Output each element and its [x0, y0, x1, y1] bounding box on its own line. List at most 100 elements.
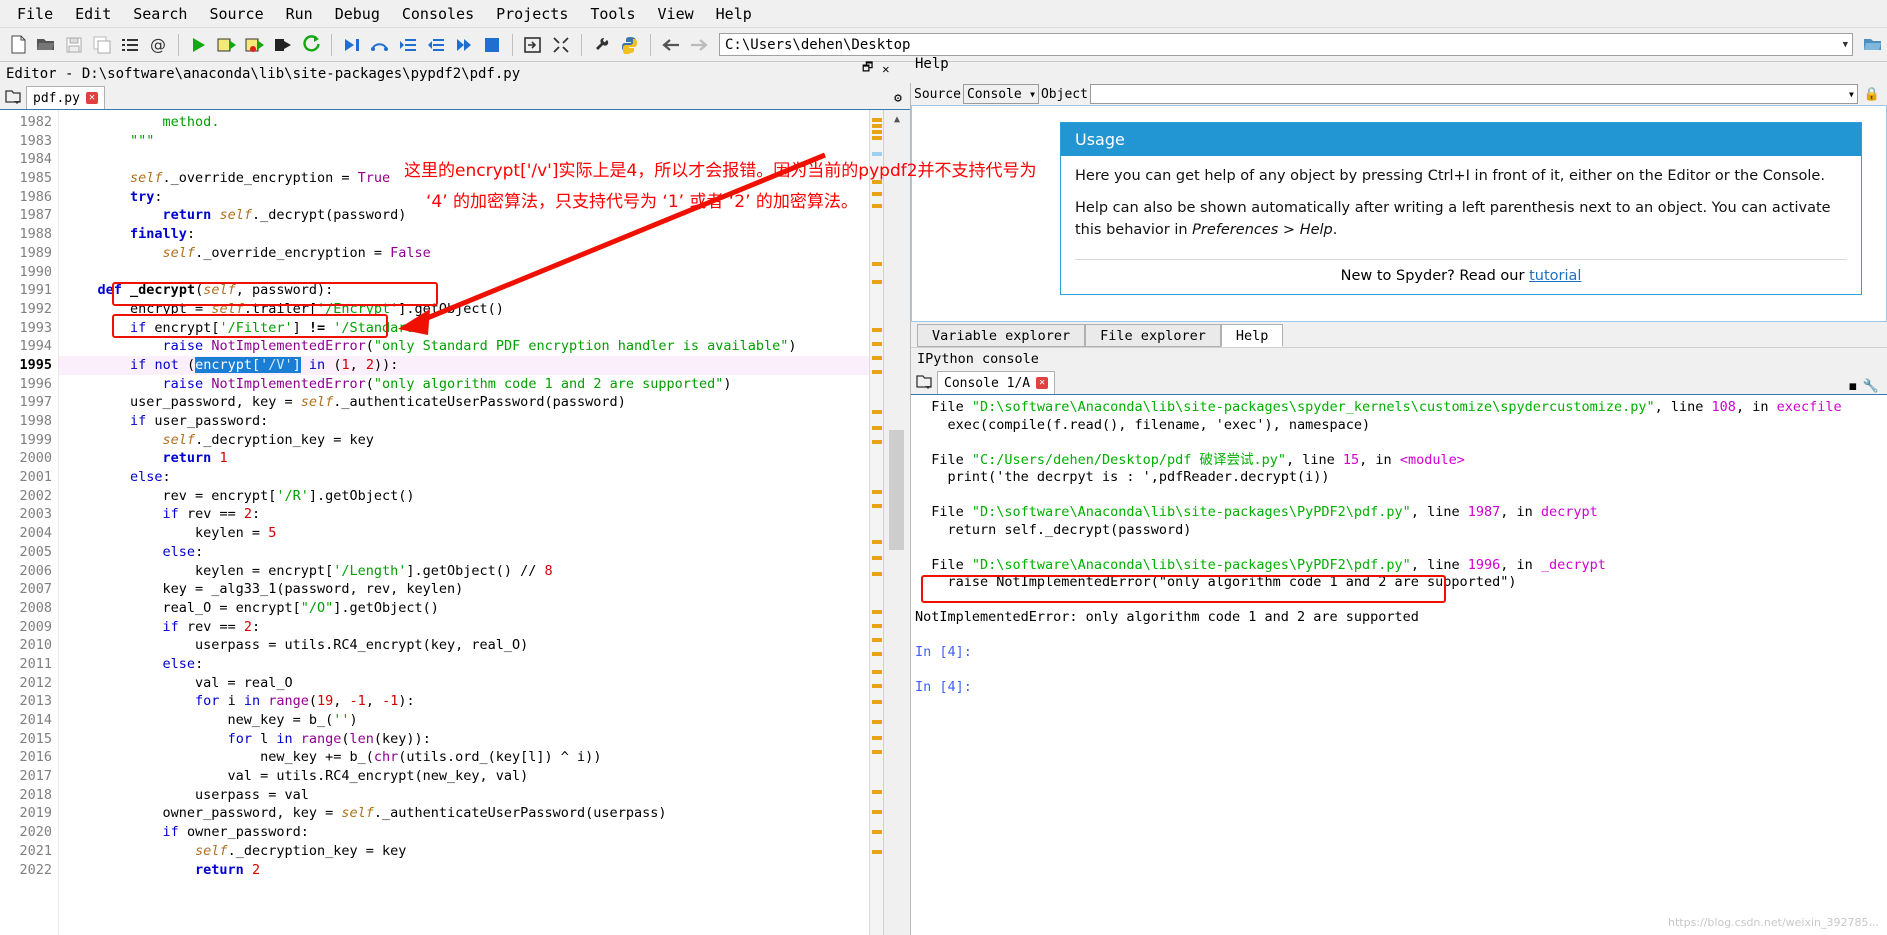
tab-file-explorer[interactable]: File explorer	[1085, 324, 1221, 347]
code-editor[interactable]: 1982 1983 1984 1985 1986 1987 1988 1989 1990 1991…	[0, 110, 910, 935]
chevron-down-icon[interactable]: ▼	[1843, 40, 1848, 50]
gear-icon[interactable]: ⚙	[894, 91, 902, 106]
menu-item-run[interactable]: Run	[275, 2, 324, 26]
code-line[interactable]: self._decryption_key = key	[59, 431, 910, 450]
step-into-icon[interactable]	[394, 31, 422, 59]
code-lines[interactable]: method. """ self._override_encryption = …	[59, 110, 910, 935]
code-line[interactable]: for i in range(19, -1, -1):	[59, 692, 910, 711]
code-line[interactable]: if owner_password:	[59, 823, 910, 842]
code-line[interactable]: if rev == 2:	[59, 618, 910, 637]
code-line[interactable]: key = _alg33_1(password, rev, keylen)	[59, 580, 910, 599]
code-line[interactable]: if rev == 2:	[59, 505, 910, 524]
back-arrow-icon[interactable]	[657, 31, 685, 59]
code-line[interactable]: encrypt = self.trailer['/Encrypt'].getOb…	[59, 300, 910, 319]
undock-icon[interactable]: 🗗	[862, 58, 873, 79]
run-cell-icon[interactable]	[213, 31, 241, 59]
code-line[interactable]: raise NotImplementedError("only Standard…	[59, 337, 910, 356]
code-line[interactable]: self._decryption_key = key	[59, 842, 910, 861]
tutorial-link[interactable]: tutorial	[1529, 268, 1581, 284]
code-line[interactable]: keylen = 5	[59, 524, 910, 543]
new-file-icon[interactable]	[4, 31, 32, 59]
code-line[interactable]	[59, 150, 910, 169]
code-line[interactable]: """	[59, 132, 910, 151]
editor-vertical-scrollbar[interactable]: ▲	[883, 110, 910, 935]
code-line[interactable]: else:	[59, 543, 910, 562]
code-line[interactable]: rev = encrypt['/R'].getObject()	[59, 487, 910, 506]
forward-arrow-icon[interactable]	[685, 31, 713, 59]
menu-item-debug[interactable]: Debug	[324, 2, 391, 26]
close-icon[interactable]: ✕	[882, 62, 889, 76]
code-line[interactable]: keylen = encrypt['/Length'].getObject() …	[59, 562, 910, 581]
chevron-down-icon[interactable]: ▼	[1030, 90, 1035, 99]
chevron-down-icon[interactable]: ▼	[1849, 90, 1857, 99]
editor-scrollbar-thumb[interactable]	[889, 430, 904, 550]
console-output[interactable]: File "D:\software\Anaconda\lib\site-pack…	[911, 395, 1887, 935]
code-line[interactable]: def _decrypt(self, password):	[59, 281, 910, 300]
code-line[interactable]: owner_password, key = self._authenticate…	[59, 804, 910, 823]
close-tab-icon[interactable]: ✕	[85, 92, 98, 104]
rerun-icon[interactable]	[297, 31, 325, 59]
fullscreen-icon[interactable]	[547, 31, 575, 59]
scroll-up-arrow-icon[interactable]: ▲	[884, 110, 910, 128]
file-switcher-icon[interactable]	[116, 31, 144, 59]
open-file-icon[interactable]	[32, 31, 60, 59]
code-line[interactable]: val = utils.RC4_encrypt(new_key, val)	[59, 767, 910, 786]
pythonpath-icon[interactable]	[616, 31, 644, 59]
code-line[interactable]: real_O = encrypt["/O"].getObject()	[59, 599, 910, 618]
code-line[interactable]: return self._decrypt(password)	[59, 206, 910, 225]
code-line[interactable]: return 2	[59, 861, 910, 880]
console-tab-1a[interactable]: Console 1/A ✕	[937, 371, 1056, 394]
menu-item-tools[interactable]: Tools	[579, 2, 646, 26]
code-line[interactable]: self._override_encryption = True	[59, 169, 910, 188]
step-over-icon[interactable]	[366, 31, 394, 59]
code-line[interactable]: user_password, key = self._authenticateU…	[59, 393, 910, 412]
tab-help[interactable]: Help	[1220, 324, 1284, 347]
code-line[interactable]: userpass = val	[59, 786, 910, 805]
code-line[interactable]: val = real_O	[59, 674, 910, 693]
working-directory-input[interactable]: C:\Users\dehen\Desktop ▼	[719, 33, 1853, 56]
menu-item-help[interactable]: Help	[705, 2, 763, 26]
undock-icon[interactable]: ◼	[1849, 379, 1857, 394]
code-line[interactable]: return 1	[59, 449, 910, 468]
code-line[interactable]: new_key = b_('')	[59, 711, 910, 730]
step-return-icon[interactable]	[422, 31, 450, 59]
code-line[interactable]: if user_password:	[59, 412, 910, 431]
browse-tabs-icon[interactable]	[911, 370, 937, 394]
code-line[interactable]: else:	[59, 468, 910, 487]
tab-variable-explorer[interactable]: Variable explorer	[917, 324, 1086, 347]
code-line[interactable]: raise NotImplementedError("only algorith…	[59, 375, 910, 394]
lock-icon[interactable]: 🔒	[1860, 87, 1884, 102]
code-line[interactable]: userpass = utils.RC4_encrypt(key, real_O…	[59, 636, 910, 655]
code-line[interactable]: self._override_encryption = False	[59, 244, 910, 263]
run-file-icon[interactable]	[185, 31, 213, 59]
code-line[interactable]: try:	[59, 188, 910, 207]
run-cell-advance-icon[interactable]	[241, 31, 269, 59]
code-line[interactable]: finally:	[59, 225, 910, 244]
browse-folder-icon[interactable]	[1859, 31, 1887, 59]
browse-tabs-icon[interactable]	[0, 85, 26, 109]
help-object-input[interactable]: ▼	[1089, 84, 1858, 104]
code-line[interactable]: method.	[59, 113, 910, 132]
continue-icon[interactable]	[450, 31, 478, 59]
code-line[interactable]: for l in range(len(key)):	[59, 730, 910, 749]
code-line[interactable]: if encrypt['/Filter'] != '/Standard':	[59, 319, 910, 338]
at-icon[interactable]: @	[144, 31, 172, 59]
code-line[interactable]: new_key += b_(chr(utils.ord_(key[l]) ^ i…	[59, 748, 910, 767]
menu-item-edit[interactable]: Edit	[64, 2, 122, 26]
code-line[interactable]: if not (encrypt['/V'] in (1, 2)):	[59, 355, 910, 375]
help-source-select[interactable]: Console ▼	[962, 84, 1039, 104]
debug-icon[interactable]	[338, 31, 366, 59]
menu-item-view[interactable]: View	[647, 2, 705, 26]
stop-debug-icon[interactable]	[478, 31, 506, 59]
menu-item-search[interactable]: Search	[122, 2, 198, 26]
menu-item-file[interactable]: File	[6, 2, 64, 26]
editor-tab-pdf-py[interactable]: pdf.py ✕	[26, 86, 105, 109]
gear-icon[interactable]: 🔧	[1863, 379, 1879, 394]
close-tab-icon[interactable]: ✕	[1036, 377, 1049, 389]
preferences-icon[interactable]	[588, 31, 616, 59]
maximize-pane-icon[interactable]	[519, 31, 547, 59]
code-line[interactable]	[59, 263, 910, 282]
code-line[interactable]: else:	[59, 655, 910, 674]
menu-item-consoles[interactable]: Consoles	[391, 2, 485, 26]
run-selection-icon[interactable]	[269, 31, 297, 59]
